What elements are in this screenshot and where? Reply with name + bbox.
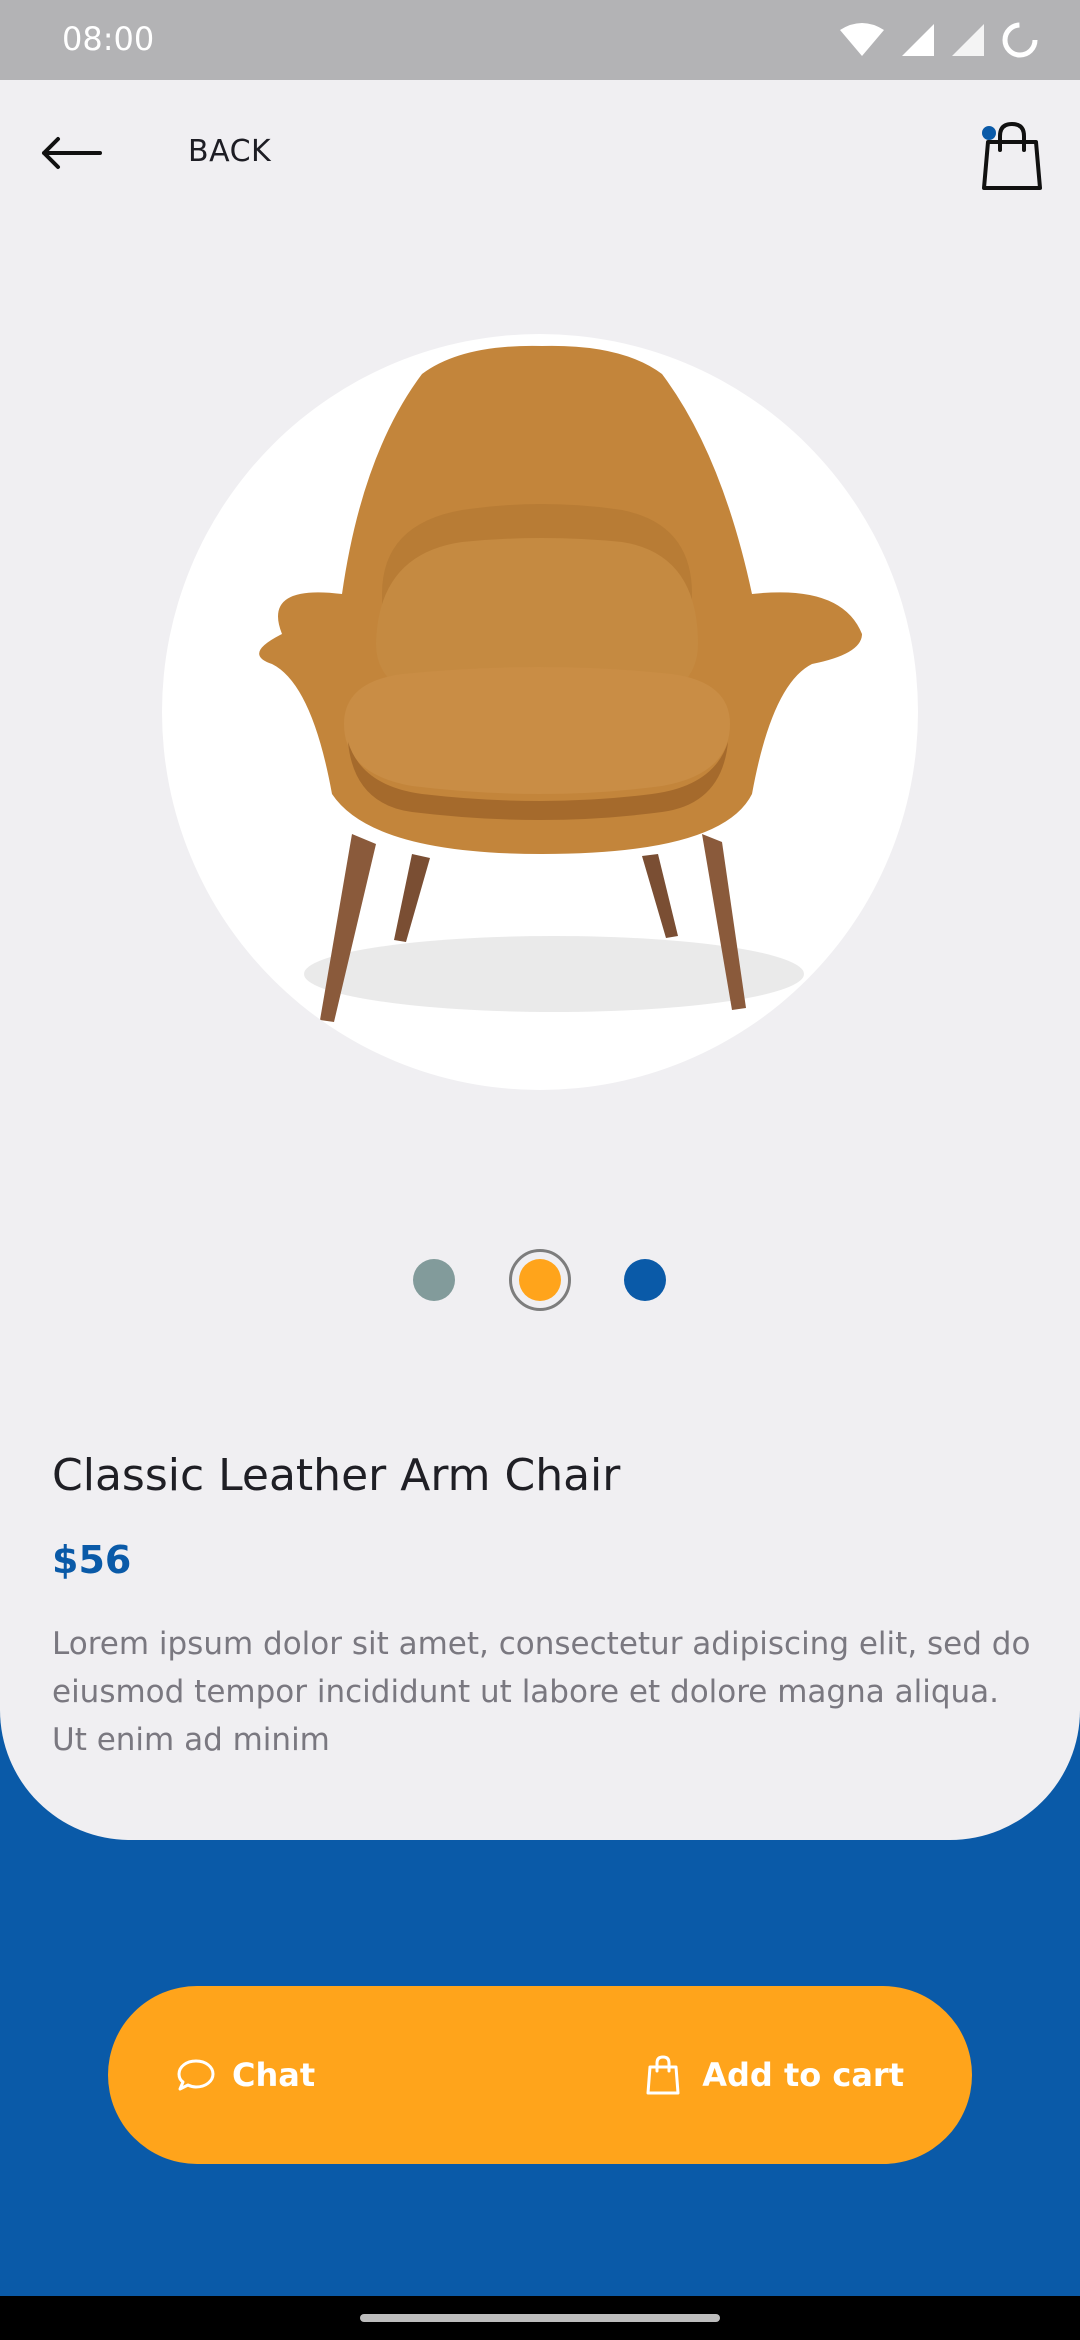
product-title: Classic Leather Arm Chair	[52, 1450, 621, 1501]
color-swatches	[0, 1248, 1080, 1312]
armchair-illustration	[259, 345, 863, 1022]
color-swatch-orange[interactable]	[519, 1259, 561, 1301]
product-image	[162, 334, 918, 1090]
back-button[interactable]	[40, 123, 120, 183]
add-to-cart-label: Add to cart	[702, 2056, 904, 2094]
home-indicator[interactable]	[360, 2314, 720, 2322]
color-swatch-blue[interactable]	[624, 1259, 666, 1301]
arrow-left-icon	[42, 137, 102, 169]
status-bar: 08:00	[0, 0, 1080, 80]
product-price: $56	[52, 1538, 132, 1582]
chat-label: Chat	[232, 2056, 316, 2094]
status-icons	[838, 18, 1040, 62]
chat-bubble-icon	[177, 2059, 215, 2091]
battery-loading-icon	[1002, 22, 1038, 58]
wifi-icon	[840, 23, 884, 56]
action-bar: Chat Add to cart	[108, 1986, 972, 2164]
add-to-cart-button[interactable]: Add to cart	[646, 1986, 904, 2164]
color-swatch-gray[interactable]	[413, 1259, 455, 1301]
status-time: 08:00	[62, 20, 155, 58]
back-label[interactable]: BACK	[188, 134, 271, 169]
cell-signal-2-icon	[952, 24, 984, 56]
product-description: Lorem ipsum dolor sit amet, consectetur …	[52, 1626, 1031, 1758]
cart-notification-dot	[982, 126, 996, 140]
system-nav-bar	[0, 2296, 1080, 2340]
chat-button[interactable]: Chat	[176, 1986, 315, 2164]
shopping-bag-icon	[646, 2055, 680, 2095]
cell-signal-icon	[902, 24, 934, 56]
